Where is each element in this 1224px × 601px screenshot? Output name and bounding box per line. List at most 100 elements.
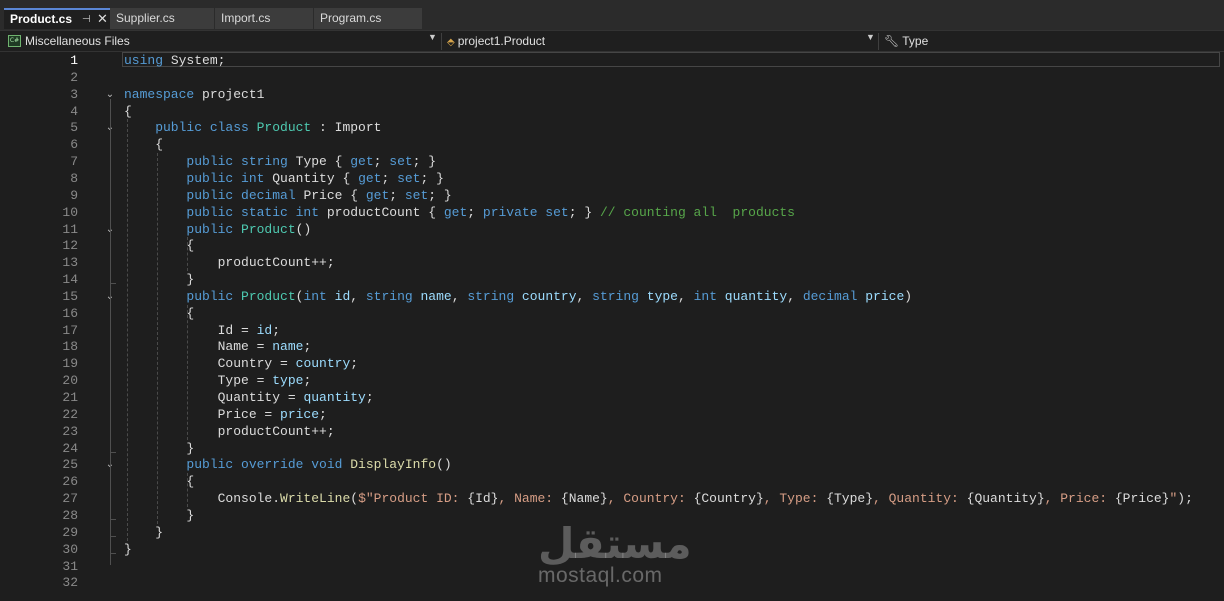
- close-icon[interactable]: ✕: [97, 9, 108, 28]
- code-token: , Type:: [763, 491, 827, 507]
- code-token: ; }: [568, 204, 600, 220]
- code-line[interactable]: {: [124, 305, 194, 322]
- code-token: (: [350, 491, 359, 507]
- code-token: , Quantity:: [873, 491, 967, 507]
- code-line[interactable]: productCount++;: [124, 254, 335, 271]
- type-scope-label: project1.Product: [457, 34, 546, 48]
- watermark: مستقل mostaql.com: [530, 520, 700, 590]
- code-token: int: [693, 288, 717, 304]
- code-token: public class: [124, 120, 257, 136]
- line-number: 24: [62, 440, 78, 456]
- code-token: private set: [482, 204, 569, 220]
- outline-line: [110, 98, 111, 566]
- tab-label: Supplier.cs: [116, 11, 175, 25]
- wrench-icon: 🔧︎: [884, 34, 900, 48]
- member-scope-dropdown[interactable]: 🔧︎ Type: [884, 32, 928, 51]
- code-token: set: [404, 187, 429, 203]
- member-scope-label: Type: [902, 34, 929, 48]
- code-line[interactable]: Name = name;: [124, 338, 312, 355]
- code-line[interactable]: Type = type;: [124, 372, 312, 389]
- code-token: ;: [389, 187, 405, 203]
- code-line[interactable]: {: [124, 136, 163, 153]
- code-token: type: [638, 288, 678, 304]
- code-line[interactable]: public decimal Price { get; set; }: [124, 187, 451, 204]
- code-token: ;: [350, 356, 359, 372]
- chevron-down-icon[interactable]: ▼: [428, 32, 437, 42]
- code-line[interactable]: public string Type { get; set; }: [124, 153, 436, 170]
- code-line[interactable]: Price = price;: [124, 406, 327, 423]
- code-token: ;: [303, 373, 312, 389]
- line-number: 14: [62, 272, 78, 288]
- line-number: 3: [70, 86, 78, 102]
- divider: [878, 33, 879, 50]
- code-line[interactable]: public Product(int id, string name, stri…: [124, 288, 912, 305]
- code-token: Country =: [124, 356, 296, 372]
- code-token: Price =: [124, 406, 281, 422]
- code-line[interactable]: {: [124, 473, 194, 490]
- selection-margin[interactable]: [0, 52, 22, 601]
- chevron-down-icon[interactable]: ▼: [866, 32, 875, 42]
- tab-product-cs[interactable]: Product.cs ⊣ ✕: [4, 8, 110, 29]
- code-token: System;: [163, 53, 226, 68]
- code-line[interactable]: public override void DisplayInfo(): [124, 456, 452, 473]
- code-line[interactable]: public Product(): [124, 221, 311, 238]
- code-line[interactable]: }: [124, 541, 132, 558]
- code-token: public: [124, 288, 242, 304]
- code-line[interactable]: public int Quantity { get; set; }: [124, 170, 443, 187]
- code-line[interactable]: {: [124, 237, 194, 254]
- tab-supplier-cs[interactable]: Supplier.cs: [110, 8, 214, 29]
- code-line[interactable]: Quantity = quantity;: [124, 389, 374, 406]
- code-token: {Quantity}: [966, 491, 1045, 507]
- project-scope-dropdown[interactable]: C# Miscellaneous Files: [8, 32, 130, 51]
- code-token: Quantity {: [272, 170, 359, 186]
- code-line[interactable]: }: [124, 440, 194, 457]
- code-token: using: [124, 53, 164, 68]
- code-token: country: [514, 288, 577, 304]
- outline-end-marker: [110, 283, 116, 285]
- code-line[interactable]: Console.WriteLine($"Product ID: {Id}, Na…: [124, 490, 1193, 507]
- code-line[interactable]: }: [124, 271, 194, 288]
- code-token: name: [272, 339, 304, 355]
- line-number: 27: [62, 491, 78, 507]
- code-token: productCount++;: [124, 423, 335, 439]
- code-line[interactable]: Country = country;: [124, 355, 358, 372]
- class-icon: ⬘: [447, 37, 455, 48]
- code-token: {: [124, 474, 195, 490]
- type-scope-dropdown[interactable]: ⬘ project1.Product: [447, 32, 545, 51]
- code-line[interactable]: }: [124, 507, 194, 524]
- line-number: 19: [62, 356, 78, 372]
- code-token: ): [904, 288, 913, 304]
- tab-label: Program.cs: [320, 11, 382, 25]
- code-token: type: [272, 373, 304, 389]
- code-line[interactable]: {: [124, 103, 132, 120]
- code-token: {Id}: [467, 491, 499, 507]
- code-token: ;: [381, 170, 398, 186]
- code-line[interactable]: }: [124, 524, 163, 541]
- code-token: decimal: [802, 288, 858, 304]
- code-token: {: [124, 137, 164, 153]
- code-token: price: [857, 288, 905, 304]
- line-number: 12: [62, 238, 78, 254]
- code-line[interactable]: productCount++;: [124, 423, 335, 440]
- code-token: id: [326, 288, 351, 304]
- code-token: ,: [451, 288, 468, 304]
- code-token: Type {: [295, 154, 351, 170]
- code-line[interactable]: public class Product : Import: [124, 119, 381, 136]
- tab-import-cs[interactable]: Import.cs: [215, 8, 313, 29]
- code-token: WriteLine: [280, 491, 351, 507]
- watermark-site: mostaql.com: [538, 564, 663, 587]
- code-token: (): [436, 457, 452, 473]
- code-line[interactable]: namespace project1: [124, 86, 264, 103]
- code-line[interactable]: Id = id;: [124, 322, 280, 339]
- code-token: {Name}: [560, 491, 608, 507]
- pin-icon[interactable]: ⊣: [82, 10, 91, 29]
- indent-guide: [187, 473, 188, 507]
- code-token: Name =: [124, 339, 273, 355]
- line-number: 9: [70, 187, 78, 203]
- current-line-highlight: [122, 52, 1220, 67]
- code-line[interactable]: public static int productCount { get; pr…: [124, 204, 795, 221]
- code-line[interactable]: using System;: [124, 52, 225, 69]
- tab-program-cs[interactable]: Program.cs: [314, 8, 422, 29]
- line-number: 1: [70, 53, 78, 68]
- code-token: project1: [194, 86, 265, 102]
